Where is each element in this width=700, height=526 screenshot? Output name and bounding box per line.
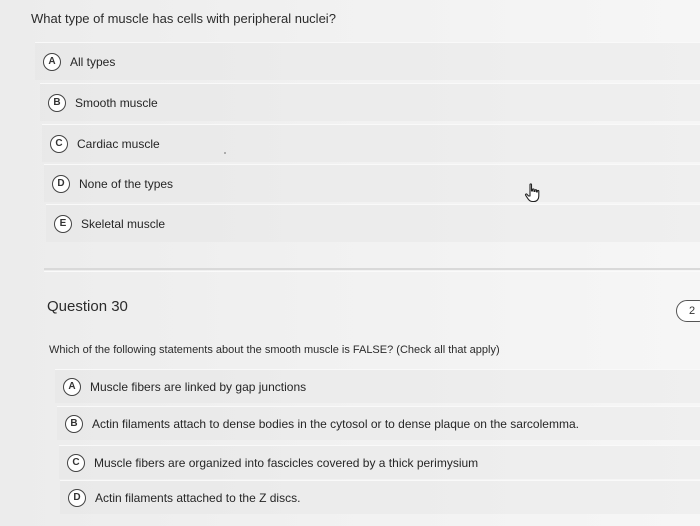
quiz-page: What type of muscle has cells with perip…: [0, 0, 700, 526]
answer-option-c[interactable]: C Cardiac muscle: [42, 124, 700, 162]
option-label: Skeletal muscle: [81, 216, 166, 231]
answer-option-e[interactable]: E Skeletal muscle: [46, 204, 700, 242]
option-label: Actin filaments attached to the Z discs.: [95, 490, 301, 505]
option-letter-badge: C: [67, 453, 85, 472]
question-prompt: What type of muscle has cells with perip…: [31, 11, 336, 26]
answer-option-d[interactable]: D Actin filaments attached to the Z disc…: [60, 480, 700, 514]
section-divider-highlight: [44, 271, 700, 272]
option-label: Cardiac muscle: [77, 136, 160, 151]
answer-option-d[interactable]: D None of the types: [44, 164, 700, 202]
option-letter-badge: B: [48, 93, 66, 112]
option-label: Smooth muscle: [75, 95, 158, 110]
question-number-heading: Question 30: [47, 298, 128, 315]
option-label: Actin filaments attach to dense bodies i…: [92, 416, 579, 431]
option-letter-badge: E: [54, 214, 72, 233]
option-label: None of the types: [79, 176, 174, 191]
answer-option-b[interactable]: B Actin filaments attach to dense bodies…: [57, 406, 700, 440]
option-label: All types: [70, 54, 116, 69]
points-badge: 2: [676, 300, 700, 322]
option-letter-badge: D: [52, 174, 70, 193]
option-label: Muscle fibers are linked by gap junction…: [90, 379, 307, 394]
screen-speck: [224, 152, 226, 154]
option-letter-badge: D: [68, 488, 86, 507]
answer-option-b[interactable]: B Smooth muscle: [40, 83, 700, 121]
answer-option-a[interactable]: A All types: [35, 42, 700, 80]
option-letter-badge: A: [63, 377, 81, 396]
question-prompt: Which of the following statements about …: [49, 344, 500, 356]
option-letter-badge: C: [50, 134, 68, 153]
option-letter-badge: B: [65, 414, 83, 433]
answer-option-c[interactable]: C Muscle fibers are organized into fasci…: [59, 445, 700, 479]
option-letter-badge: A: [43, 52, 61, 71]
hand-pointer-icon: [524, 183, 540, 203]
answer-option-a[interactable]: A Muscle fibers are linked by gap juncti…: [55, 369, 700, 403]
section-divider: [44, 268, 700, 270]
option-label: Muscle fibers are organized into fascicl…: [94, 455, 479, 470]
